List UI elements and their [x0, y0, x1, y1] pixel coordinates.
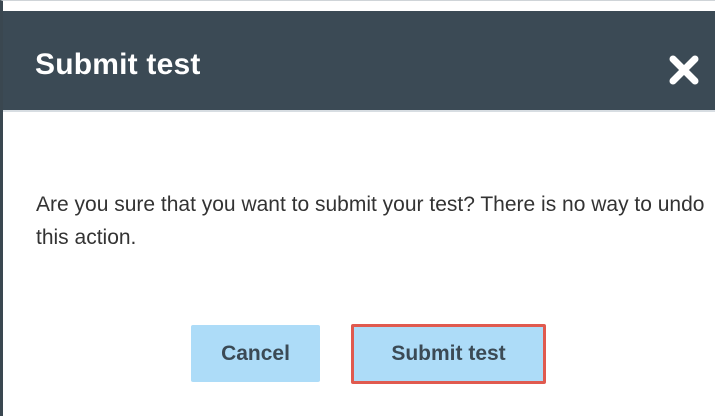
- cancel-button[interactable]: Cancel: [191, 325, 320, 382]
- confirmation-message: Are you sure that you want to submit you…: [36, 193, 705, 249]
- submit-test-dialog: Submit test Are you sure that you want t…: [0, 0, 715, 416]
- submit-test-button[interactable]: Submit test: [351, 324, 546, 384]
- dialog-title: Submit test: [35, 48, 201, 81]
- dialog-header: Submit test: [3, 11, 715, 110]
- close-button[interactable]: [665, 51, 703, 89]
- header-divider: [3, 110, 715, 112]
- close-icon: [665, 51, 703, 89]
